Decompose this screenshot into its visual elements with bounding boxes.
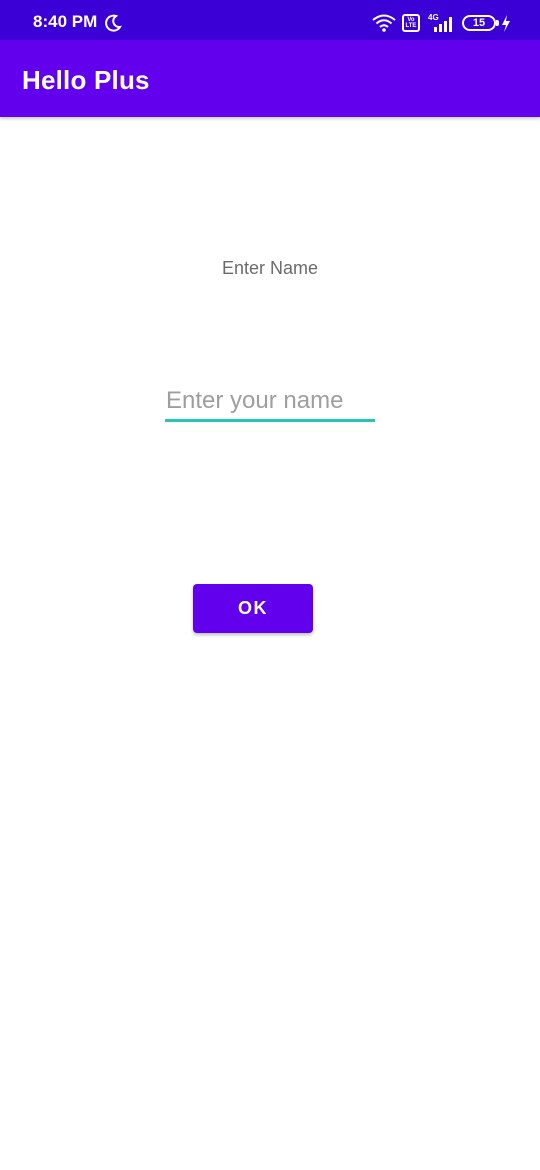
- battery-cap: [496, 20, 499, 26]
- volte-icon: Vo LTE: [402, 14, 420, 32]
- app-title: Hello Plus: [22, 65, 150, 95]
- enter-name-label: Enter Name: [221, 258, 319, 278]
- battery-icon: 15: [462, 15, 496, 31]
- signal-icon: [434, 17, 452, 32]
- app-bar: Hello Plus: [0, 40, 540, 117]
- status-time: 8:40 PM: [33, 12, 98, 31]
- status-bar: 8:40 PM Vo LTE 4G 15: [0, 0, 540, 40]
- battery-percent: 15: [472, 17, 486, 29]
- wifi-icon: [372, 14, 396, 32]
- name-input[interactable]: [165, 383, 375, 422]
- ok-button[interactable]: OK: [193, 584, 313, 633]
- charging-bolt-icon: [502, 15, 510, 32]
- moon-icon: [105, 14, 122, 32]
